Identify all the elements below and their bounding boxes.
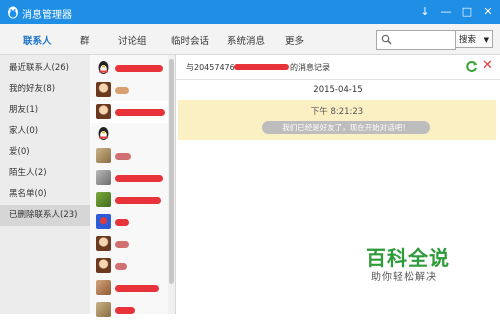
contact-list xyxy=(90,55,176,317)
chevron-down-icon: ▼ xyxy=(483,36,489,44)
avatar xyxy=(96,192,111,207)
close-button[interactable]: ✕ xyxy=(479,4,497,20)
category-sidebar: 最近联系人(26) 我的好友(8) 朋友(1) 家人(0) 爱(0) 陌生人(2… xyxy=(0,55,91,314)
avatar xyxy=(96,82,111,97)
category-strangers[interactable]: 陌生人(2) xyxy=(0,163,90,184)
contact-row[interactable] xyxy=(90,233,168,255)
category-my-friends[interactable]: 我的好友(8) xyxy=(0,79,90,100)
system-message: 我们已经是好友了，现在开始对话吧！ xyxy=(262,121,430,134)
tab-contacts[interactable]: 联系人 xyxy=(23,33,52,47)
minimize-button[interactable]: — xyxy=(437,4,455,20)
category-recent[interactable]: 最近联系人(26) xyxy=(0,58,90,79)
avatar xyxy=(96,236,111,251)
window-title: 消息管理器 xyxy=(22,10,72,21)
maximize-button[interactable]: □ xyxy=(458,4,476,20)
menu-arrow-button[interactable]: ↓ xyxy=(416,4,434,20)
redacted-name xyxy=(115,219,129,226)
search-button[interactable]: 搜索 ▼ xyxy=(455,30,493,48)
search-input[interactable] xyxy=(395,32,454,48)
delete-icon[interactable]: ✕ xyxy=(482,58,493,73)
contact-row[interactable] xyxy=(90,79,168,101)
avatar xyxy=(96,280,111,295)
contact-row[interactable] xyxy=(90,101,168,123)
contact-row[interactable] xyxy=(90,123,168,145)
message-panel-header: 与2045747604 的消息记录 ✕ xyxy=(176,55,500,80)
tab-groups[interactable]: 群 xyxy=(80,33,90,47)
redacted-name xyxy=(234,64,289,70)
qq-penguin-icon xyxy=(8,6,18,19)
contact-row[interactable] xyxy=(90,255,168,277)
contact-row[interactable] xyxy=(90,57,168,79)
redacted-name xyxy=(115,109,165,116)
contact-row[interactable] xyxy=(90,277,168,299)
avatar xyxy=(96,104,111,119)
tab-system-messages[interactable]: 系统消息 xyxy=(227,33,265,47)
redacted-name xyxy=(115,285,159,292)
redacted-name xyxy=(115,87,129,94)
penguin-avatar-icon xyxy=(98,61,109,74)
contact-row[interactable] xyxy=(90,211,168,233)
redacted-name xyxy=(115,153,131,160)
message-panel: 与2045747604 的消息记录 ✕ 2015-04-15 下午 8:21:2… xyxy=(176,55,500,314)
watermark-subtitle: 助你轻松解决 xyxy=(371,272,437,283)
search-icon xyxy=(381,34,392,45)
avatar xyxy=(96,258,111,273)
conversation-title-suffix: 的消息记录 xyxy=(290,63,330,72)
search-button-label: 搜索 xyxy=(459,35,477,45)
contact-row[interactable] xyxy=(90,299,168,321)
redacted-name xyxy=(115,263,127,270)
redacted-name xyxy=(115,175,163,182)
avatar xyxy=(96,214,111,229)
title-bar: 消息管理器 ↓ — □ ✕ xyxy=(0,0,500,24)
category-friends[interactable]: 朋友(1) xyxy=(0,100,90,121)
avatar xyxy=(96,170,111,185)
category-love[interactable]: 爱(0) xyxy=(0,142,90,163)
avatar xyxy=(96,148,111,163)
contact-row[interactable] xyxy=(90,189,168,211)
date-separator: 2015-04-15 xyxy=(313,85,363,95)
redacted-name xyxy=(115,307,135,314)
tab-discussion[interactable]: 讨论组 xyxy=(118,33,147,47)
redacted-name xyxy=(115,65,163,72)
message-time: 下午 8:21:23 xyxy=(310,107,364,117)
watermark-title: 百科全说 xyxy=(366,246,450,270)
menu-bar: 联系人 群 讨论组 临时会话 系统消息 更多 搜索 ▼ xyxy=(0,24,500,55)
contact-row[interactable] xyxy=(90,145,168,167)
search-box[interactable] xyxy=(376,30,456,50)
avatar xyxy=(96,302,111,317)
contact-list-scrollbar[interactable] xyxy=(168,55,175,314)
tab-temp-session[interactable]: 临时会话 xyxy=(171,33,209,47)
category-blacklist[interactable]: 黑名单(0) xyxy=(0,184,90,205)
contact-row[interactable] xyxy=(90,167,168,189)
category-deleted-contacts[interactable]: 已删除联系人(23) xyxy=(0,205,90,226)
redacted-name xyxy=(115,241,129,248)
penguin-avatar-icon xyxy=(98,127,109,140)
redacted-name xyxy=(115,197,161,204)
scrollbar-thumb[interactable] xyxy=(169,59,174,284)
message-item: 下午 8:21:23 我们已经是好友了，现在开始对话吧！ xyxy=(178,100,496,140)
tab-more[interactable]: 更多 xyxy=(285,33,304,47)
refresh-icon[interactable] xyxy=(465,60,478,73)
category-family[interactable]: 家人(0) xyxy=(0,121,90,142)
